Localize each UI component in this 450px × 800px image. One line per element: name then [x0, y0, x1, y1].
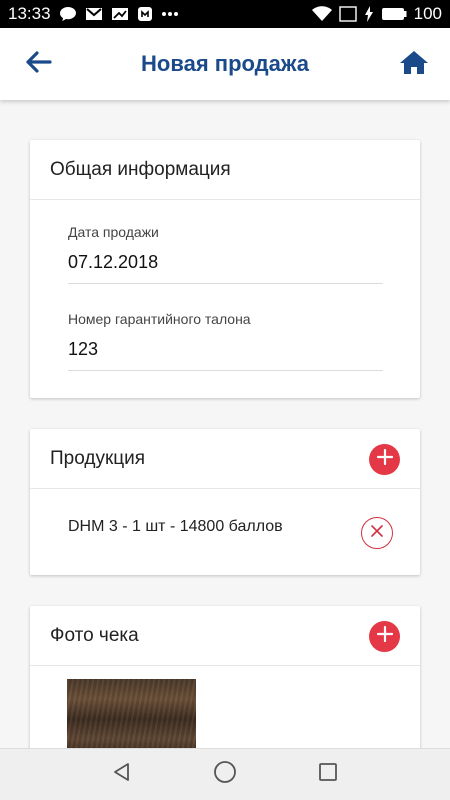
- receipt-photo-header: Фото чека: [30, 606, 420, 666]
- add-product-button[interactable]: [369, 444, 400, 475]
- nav-home-button[interactable]: [205, 755, 245, 795]
- nav-recents-button[interactable]: [308, 755, 348, 795]
- warranty-number-label: Номер гарантийного талона: [68, 311, 251, 327]
- general-info-card: Общая информация Дата продажи 07.12.2018…: [30, 140, 420, 398]
- plus-icon: [376, 448, 393, 471]
- home-button[interactable]: [398, 50, 430, 78]
- status-bar: 13:33 100: [0, 0, 450, 28]
- gmail-icon: [85, 7, 103, 21]
- remove-product-button[interactable]: [361, 517, 393, 549]
- app-bar: Новая продажа: [0, 28, 450, 100]
- sale-date-label: Дата продажи: [68, 224, 159, 240]
- receipt-photo-card: Фото чека: [30, 606, 420, 748]
- arrow-left-icon: [26, 50, 52, 78]
- battery-icon: [381, 7, 407, 21]
- sale-date-value[interactable]: 07.12.2018: [68, 252, 383, 284]
- recents-square-icon: [318, 762, 338, 787]
- product-item: DHM 3 - 1 шт - 14800 баллов: [68, 518, 283, 535]
- home-circle-icon: [213, 760, 237, 789]
- nav-back-button[interactable]: [102, 755, 142, 795]
- signal-icon: [338, 6, 357, 22]
- receipt-photo-title: Фото чека: [50, 624, 139, 646]
- page-title: Новая продажа: [141, 51, 309, 76]
- content-scroll[interactable]: Общая информация Дата продажи 07.12.2018…: [0, 100, 450, 748]
- products-card: Продукция DHM 3 - 1 шт - 14800 баллов: [30, 429, 420, 575]
- close-icon: [370, 524, 384, 543]
- products-title: Продукция: [50, 447, 146, 469]
- home-icon: [399, 49, 429, 80]
- battery-level: 100: [413, 4, 442, 23]
- app-icon: [137, 6, 153, 22]
- charging-icon: [364, 6, 374, 22]
- products-header: Продукция: [30, 429, 420, 489]
- add-photo-button[interactable]: [369, 621, 400, 652]
- mail-icon: [111, 7, 129, 21]
- wifi-icon: [311, 6, 332, 22]
- back-button[interactable]: [24, 50, 54, 78]
- general-info-header: Общая информация: [30, 140, 420, 200]
- warranty-number-value[interactable]: 123: [68, 339, 383, 371]
- status-time: 13:33: [8, 4, 51, 23]
- system-nav-bar: [0, 748, 450, 800]
- plus-icon: [376, 625, 393, 648]
- more-dots-icon: [161, 11, 179, 17]
- back-triangle-icon: [112, 762, 132, 787]
- sale-date-field[interactable]: Дата продажи 07.12.2018: [68, 224, 383, 284]
- receipt-photo-thumbnail[interactable]: [67, 679, 196, 748]
- warranty-number-field[interactable]: Номер гарантийного талона 123: [68, 311, 383, 371]
- chat-icon: [59, 6, 77, 22]
